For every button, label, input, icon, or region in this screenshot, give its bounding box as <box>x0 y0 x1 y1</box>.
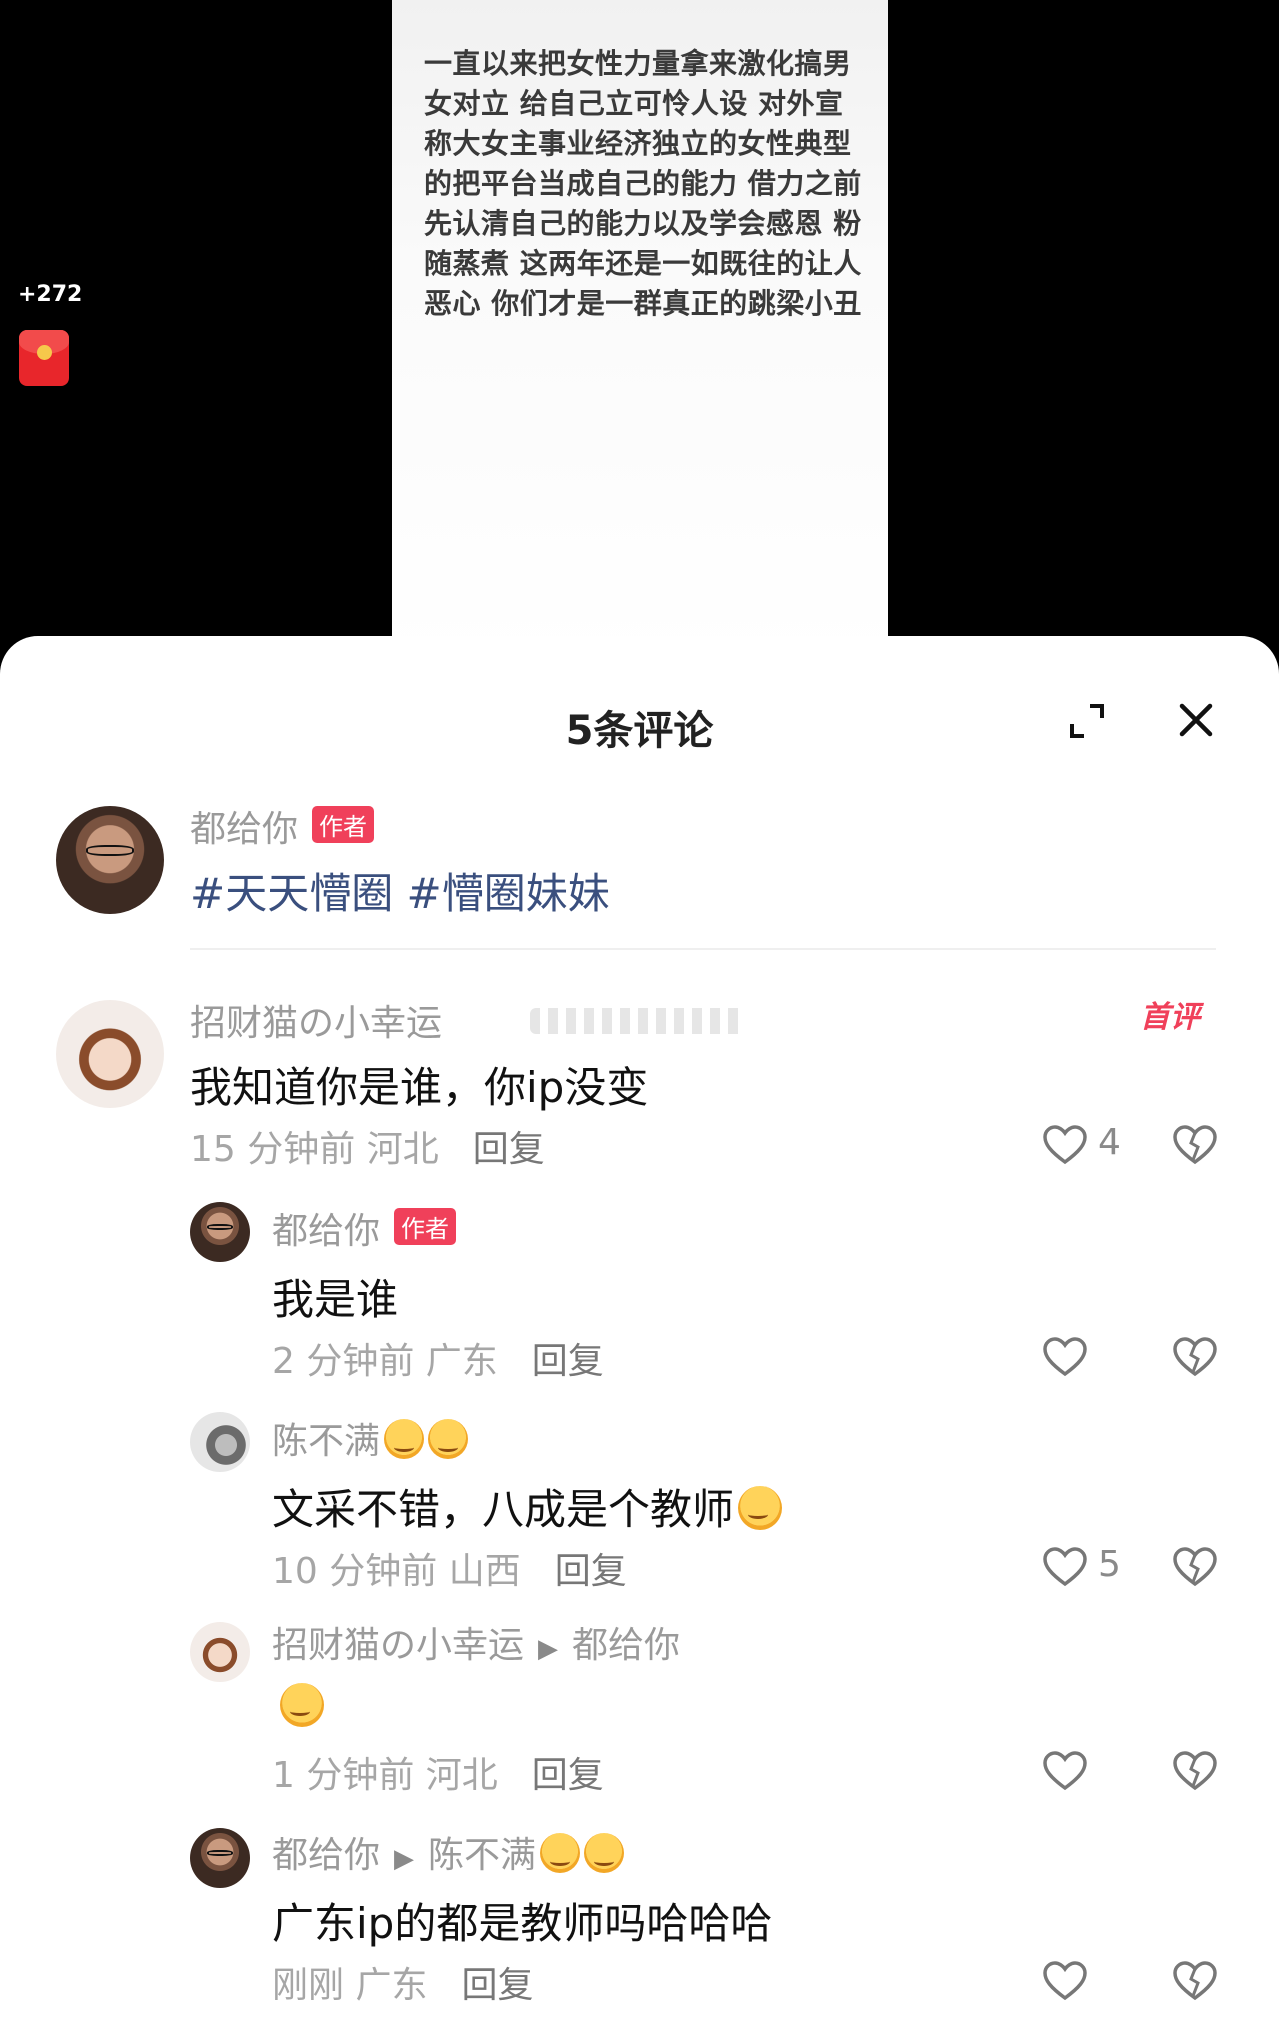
username: 都给你 <box>272 1211 381 1252</box>
thinking-emoji-icon <box>738 1486 783 1530</box>
divider <box>190 948 1216 950</box>
smirk-emoji-icon <box>584 1833 625 1873</box>
avatar[interactable] <box>56 1000 164 1108</box>
reply-arrow-icon: ▶ <box>538 1634 559 1664</box>
comment-time-location: 10 分钟前 山西 <box>272 1551 521 1592</box>
heart-icon[interactable] <box>1042 1960 1088 2002</box>
red-packet-icon[interactable] <box>19 330 69 386</box>
heart-icon[interactable] <box>1042 1336 1088 1378</box>
reply-button[interactable]: 回复 <box>532 1755 604 1796</box>
hashtag-text[interactable]: #天天懵圈 #懵圈妹妹 <box>190 860 610 921</box>
smirk-emoji-icon <box>384 1419 425 1459</box>
comment-meta: 1 分钟前 河北 回复 <box>272 1746 604 1798</box>
close-icon[interactable] <box>1176 700 1216 740</box>
comment-text: 广东ip的都是教师吗哈哈哈 <box>272 1899 773 1948</box>
author-caption-name[interactable]: 都给你 作者 <box>190 800 375 852</box>
comment-meta: 10 分钟前 山西 回复 <box>272 1542 627 1594</box>
avatar[interactable] <box>190 1622 250 1682</box>
dislike-heart-icon[interactable] <box>1172 1546 1218 1588</box>
first-comment-badge: 首评 <box>1140 1000 1200 1035</box>
author-tag: 作者 <box>312 806 375 843</box>
blurred-text <box>530 1008 746 1034</box>
reply-arrow-icon: ▶ <box>394 1844 415 1874</box>
username: 陈不满 <box>272 1421 381 1462</box>
smirk-emoji-icon <box>428 1419 469 1459</box>
comment-username[interactable]: 招财猫の小幸运 <box>190 994 442 1046</box>
avatar[interactable] <box>190 1412 250 1472</box>
comment-sheet: 5条评论 都给你 作者 #天天懵圈 #懵圈妹妹 招财猫の小幸运 首评 我知道你是谁… <box>0 636 1279 2036</box>
dislike-heart-icon[interactable] <box>1172 1124 1218 1166</box>
post-screenshot: 一直以来把女性力量拿来激化搞男女对立 给自己立可怜人设 对外宣称大女主事业经济独… <box>392 0 888 660</box>
username: 招财猫の小幸运 <box>272 1625 525 1666</box>
comment-text-line <box>276 1682 324 1731</box>
comment-time-location: 刚刚 广东 <box>272 1965 428 2006</box>
reply-button[interactable]: 回复 <box>555 1551 627 1592</box>
like-count: 5 <box>1098 1544 1121 1585</box>
smirk-emoji-icon <box>540 1833 581 1873</box>
comment-meta: 刚刚 广东 回复 <box>272 1956 533 2008</box>
dislike-heart-icon[interactable] <box>1172 1750 1218 1792</box>
avatar[interactable] <box>56 806 164 914</box>
video-area[interactable]: 一直以来把女性力量拿来激化搞男女对立 给自己立可怜人设 对外宣称大女主事业经济独… <box>0 0 1279 660</box>
comment-text: 我是谁 <box>272 1275 399 1324</box>
comment-time-location: 2 分钟前 广东 <box>272 1341 498 1382</box>
username: 都给你 <box>190 809 299 850</box>
reply-to-username: 陈不满 <box>428 1835 537 1876</box>
laughing-emoji-icon <box>280 1683 324 1727</box>
heart-icon[interactable] <box>1042 1750 1088 1792</box>
red-packet-count: +272 <box>18 282 83 307</box>
expand-icon[interactable] <box>1068 702 1106 740</box>
comment-time-location: 15 分钟前 河北 <box>190 1129 439 1170</box>
heart-icon[interactable] <box>1042 1124 1088 1166</box>
like-count: 4 <box>1098 1122 1121 1163</box>
comment-meta: 2 分钟前 广东 回复 <box>272 1332 604 1384</box>
dislike-heart-icon[interactable] <box>1172 1336 1218 1378</box>
reply-author[interactable]: 招财猫の小幸运 ▶ 都给你 <box>272 1616 680 1668</box>
reply-button[interactable]: 回复 <box>473 1129 545 1170</box>
avatar[interactable] <box>190 1202 250 1262</box>
reply-to-username: 都给你 <box>572 1625 681 1666</box>
dislike-heart-icon[interactable] <box>1172 1960 1218 2002</box>
avatar[interactable] <box>190 1828 250 1888</box>
reply-button[interactable]: 回复 <box>461 1965 533 2006</box>
author-tag: 作者 <box>394 1208 457 1245</box>
reply-author[interactable]: 都给你 ▶ 陈不满 <box>272 1826 625 1878</box>
comment-text-line: 文采不错，八成是个教师 <box>272 1476 783 1537</box>
reply-author[interactable]: 都给你 作者 <box>272 1202 457 1254</box>
username: 都给你 <box>272 1835 381 1876</box>
comment-time-location: 1 分钟前 河北 <box>272 1755 498 1796</box>
comment-text: 文采不错，八成是个教师 <box>272 1485 735 1534</box>
reply-author[interactable]: 陈不满 <box>272 1412 469 1464</box>
reply-button[interactable]: 回复 <box>532 1341 604 1382</box>
post-text: 一直以来把女性力量拿来激化搞男女对立 给自己立可怜人设 对外宣称大女主事业经济独… <box>424 47 862 320</box>
heart-icon[interactable] <box>1042 1546 1088 1588</box>
comment-text: 我知道你是谁，你ip没变 <box>190 1063 649 1112</box>
comment-meta: 15 分钟前 河北 回复 <box>190 1120 545 1172</box>
